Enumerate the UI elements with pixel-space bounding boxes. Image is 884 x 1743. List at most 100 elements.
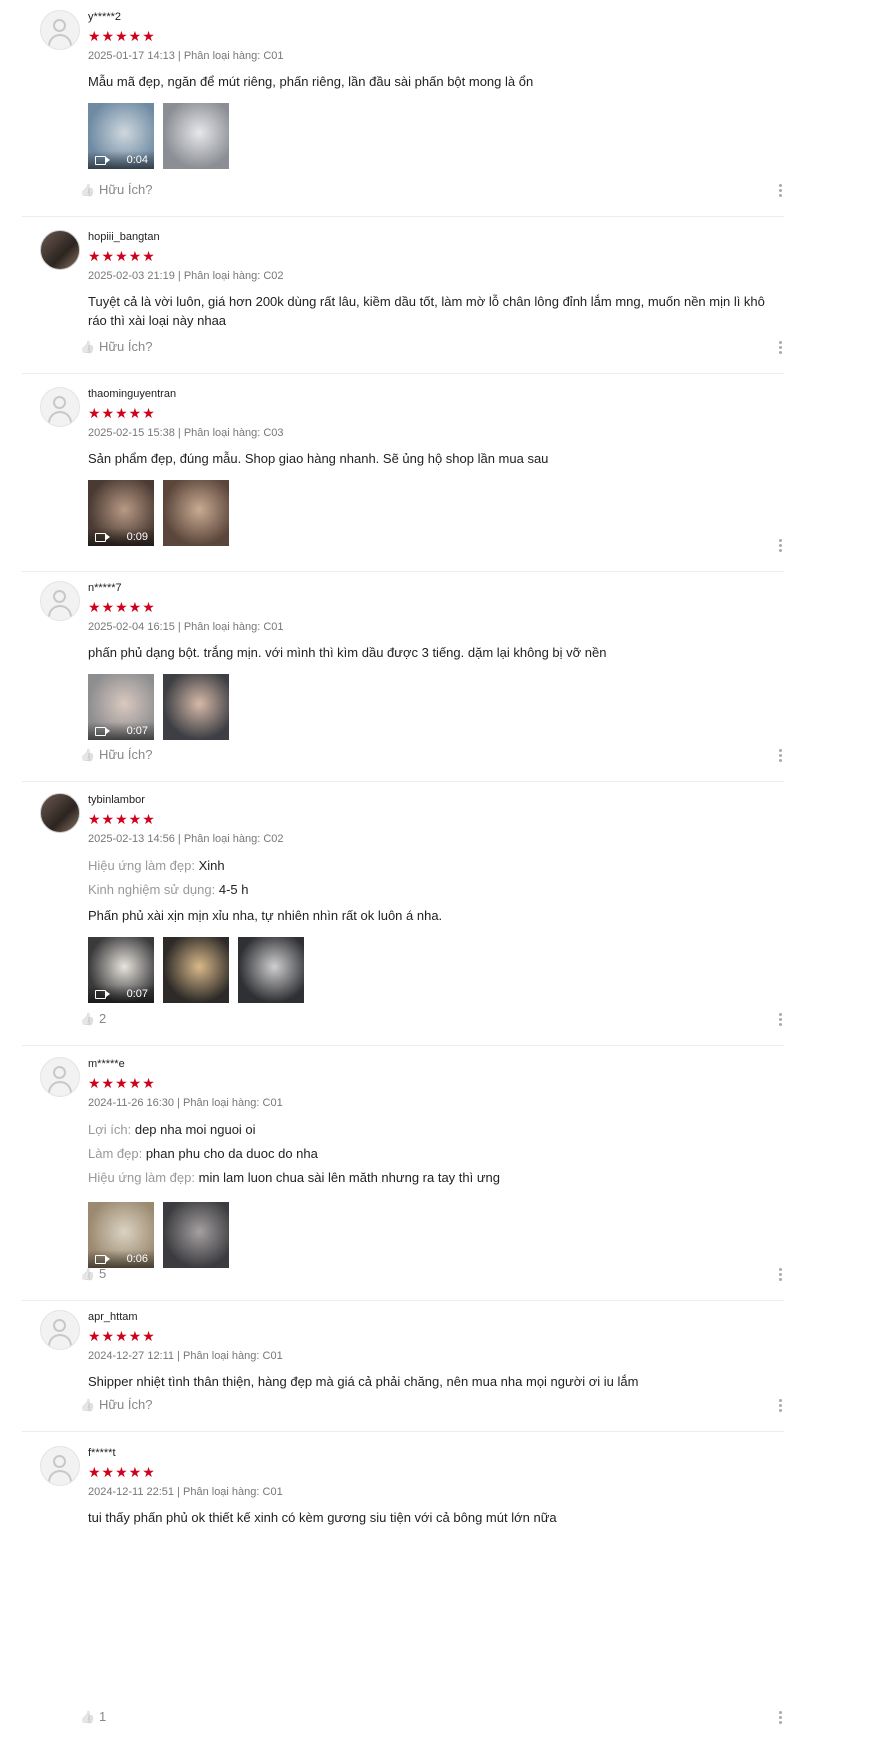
avatar-body-icon — [48, 34, 72, 48]
avatar-body-icon — [48, 1334, 72, 1348]
photo-thumbnail[interactable] — [163, 103, 229, 169]
review-footer: 👍 5 — [80, 1266, 784, 1286]
attribute-value: dep nha moi nguoi oi — [134, 1122, 256, 1137]
avatar-head-icon — [53, 1455, 66, 1468]
review-item: tybinlambor ★★★★★ 2025-02-13 14:56 | Phân … — [22, 781, 784, 1046]
reviewer-name[interactable]: thaominguyentran — [88, 387, 784, 401]
attribute-row: Làm đẹp: phan phu cho da duoc do nha — [88, 1142, 784, 1166]
review-media: 0:07 — [88, 937, 784, 1003]
photo-thumbnail[interactable] — [163, 1202, 229, 1268]
helpful-label: Hữu Ích? — [98, 747, 153, 762]
reviewer-name[interactable]: apr_httam — [88, 1310, 784, 1324]
more-options-icon[interactable] — [776, 537, 784, 554]
helpful-button[interactable]: 👍 1 — [80, 1709, 106, 1724]
rating-stars: ★★★★★ — [88, 1464, 156, 1480]
helpful-button[interactable]: 👍 Hữu Ích? — [80, 747, 152, 762]
reviewer-name[interactable]: m*****e — [88, 1057, 784, 1071]
thumbs-up-icon: 👍 — [80, 1267, 95, 1281]
review-meta: 2025-02-03 21:19 | Phân loại hàng: C02 — [88, 270, 284, 282]
review-meta: 2024-11-26 16:30 | Phân loại hàng: C01 — [88, 1097, 283, 1109]
reviewer-name[interactable]: hopiii_bangtan — [88, 230, 784, 244]
avatar-body-icon — [48, 1470, 72, 1484]
more-options-icon[interactable] — [776, 1266, 784, 1283]
avatar[interactable] — [40, 1446, 80, 1486]
review-content: hopiii_bangtan ★★★★★ 2025-02-03 21:19 | Ph… — [88, 216, 784, 330]
reviewer-name[interactable]: f*****t — [88, 1446, 784, 1460]
review-footer: 👍 Hữu Ích? — [80, 747, 784, 767]
helpful-label: Hữu Ích? — [98, 182, 153, 197]
thumbs-up-icon: 👍 — [80, 1710, 95, 1724]
avatar-body-icon — [48, 1081, 72, 1095]
thumbs-up-icon: 👍 — [80, 748, 95, 762]
review-attributes: Hiệu ứng làm đẹp: Xinh Kinh nghiệm sử dụn… — [88, 854, 784, 902]
attribute-label: Hiệu ứng làm đẹp: — [88, 858, 195, 873]
video-camera-icon — [95, 990, 110, 999]
review-meta: 2025-01-17 14:13 | Phân loại hàng: C01 — [88, 50, 284, 62]
avatar[interactable] — [40, 1057, 80, 1097]
review-content: thaominguyentran ★★★★★ 2025-02-15 15:38 | … — [88, 373, 784, 546]
avatar-body-icon — [48, 411, 72, 425]
avatar[interactable] — [40, 581, 80, 621]
rating-stars: ★★★★★ — [88, 28, 156, 44]
more-options-icon[interactable] — [776, 1397, 784, 1414]
helpful-label: 2 — [98, 1011, 107, 1026]
thumbs-up-icon: 👍 — [80, 1398, 95, 1412]
thumbs-up-icon: 👍 — [80, 183, 95, 197]
attribute-row: Lợi ích: dep nha moi nguoi oi — [88, 1118, 784, 1142]
avatar[interactable] — [40, 10, 80, 50]
video-thumbnail[interactable]: 0:07 — [88, 937, 154, 1003]
video-duration: 0:07 — [126, 725, 148, 737]
avatar[interactable] — [40, 387, 80, 427]
video-thumbnail[interactable]: 0:04 — [88, 103, 154, 169]
review-meta: 2024-12-11 22:51 | Phân loại hàng: C01 — [88, 1486, 283, 1498]
avatar-body-icon — [48, 605, 72, 619]
helpful-label: Hữu Ích? — [98, 339, 153, 354]
review-text: Phấn phủ xài xịn mịn xỉu nha, tự nhiên n… — [88, 908, 443, 923]
video-thumbnail[interactable]: 0:06 — [88, 1202, 154, 1268]
review-meta: 2025-02-13 14:56 | Phân loại hàng: C02 — [88, 833, 284, 845]
helpful-button[interactable]: 👍 5 — [80, 1266, 106, 1281]
review-text: Sản phẩm đẹp, đúng mẫu. Shop giao hàng n… — [88, 451, 549, 466]
photo-thumbnail[interactable] — [238, 937, 304, 1003]
video-thumbnail[interactable]: 0:07 — [88, 674, 154, 740]
review-content: n*****7 ★★★★★ 2025-02-04 16:15 | Phân loại… — [88, 571, 784, 740]
more-options-icon[interactable] — [776, 182, 784, 199]
rating-stars: ★★★★★ — [88, 1328, 156, 1344]
attribute-value: min lam luon chua sài lên măth nhưng ra … — [198, 1170, 501, 1185]
review-footer: 👍 Hữu Ích? — [80, 182, 784, 202]
attribute-row: Hiệu ứng làm đẹp: min lam luon chua sài … — [88, 1166, 784, 1190]
more-options-icon[interactable] — [776, 1709, 784, 1726]
avatar[interactable] — [40, 1310, 80, 1350]
avatar[interactable] — [40, 793, 80, 833]
video-duration-bar: 0:04 — [88, 151, 154, 169]
attribute-value: 4-5 h — [218, 882, 249, 897]
reviewer-name[interactable]: y*****2 — [88, 10, 784, 24]
review-footer — [80, 537, 784, 557]
more-options-icon[interactable] — [776, 1011, 784, 1028]
helpful-button[interactable]: 👍 Hữu Ích? — [80, 339, 152, 354]
helpful-button[interactable]: 👍 2 — [80, 1011, 106, 1026]
review-footer: 👍 2 — [80, 1011, 784, 1031]
review-text: tui thấy phấn phủ ok thiết kế xinh có kè… — [88, 1510, 557, 1525]
review-media: 0:07 — [88, 674, 784, 740]
more-options-icon[interactable] — [776, 747, 784, 764]
video-duration-bar: 0:07 — [88, 722, 154, 740]
reviewer-name[interactable]: tybinlambor — [88, 793, 784, 807]
reviewer-name[interactable]: n*****7 — [88, 581, 784, 595]
photo-thumbnail[interactable] — [163, 674, 229, 740]
review-footer: 👍 Hữu Ích? — [80, 339, 784, 359]
avatar[interactable] — [40, 230, 80, 270]
helpful-button[interactable]: 👍 Hữu Ích? — [80, 182, 152, 197]
attribute-label: Làm đẹp: — [88, 1146, 143, 1161]
review-text: phấn phủ dạng bột. trắng mịn. với mình t… — [88, 645, 607, 660]
helpful-button[interactable]: 👍 Hữu Ích? — [80, 1397, 152, 1412]
avatar-head-icon — [53, 1066, 66, 1079]
review-item: y*****2 ★★★★★ 2025-01-17 14:13 | Phân loại… — [22, 0, 784, 217]
video-duration: 0:06 — [126, 1253, 148, 1265]
more-options-icon[interactable] — [776, 339, 784, 356]
review-media: 0:06 — [88, 1202, 784, 1268]
review-text: Shipper nhiệt tình thân thiện, hàng đẹp … — [88, 1374, 639, 1389]
review-attributes: Lợi ích: dep nha moi nguoi oi Làm đẹp: ph… — [88, 1118, 784, 1190]
photo-thumbnail[interactable] — [163, 937, 229, 1003]
video-duration: 0:04 — [126, 154, 148, 166]
